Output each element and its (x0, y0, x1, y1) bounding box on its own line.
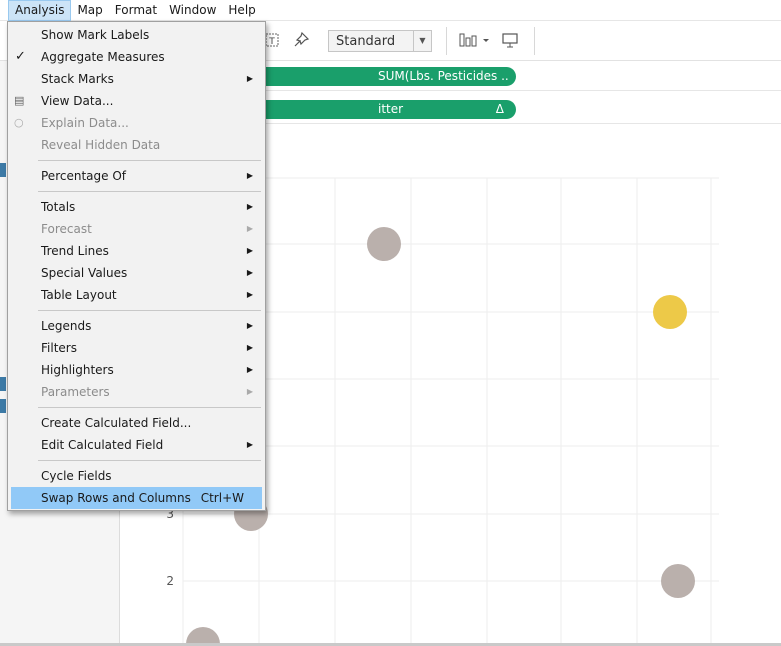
submenu-arrow-icon: ▶ (246, 246, 253, 255)
menu-item-label: Trend Lines (41, 244, 109, 258)
submenu-arrow-icon: ▶ (246, 365, 253, 374)
columns-pill-label: SUM(Lbs. Pesticides .. (378, 69, 509, 83)
menu-separator (38, 191, 261, 192)
menu-item-filters[interactable]: Filters ▶ (8, 337, 265, 359)
menu-item-label: Show Mark Labels (41, 28, 150, 42)
submenu-arrow-icon: ▶ (246, 74, 253, 83)
menu-item-label: Swap Rows and Columns (41, 491, 191, 505)
view-size-value: Standard (336, 33, 396, 49)
panel-field-marker[interactable] (0, 377, 6, 391)
menu-item-label: Table Layout (41, 288, 117, 302)
submenu-arrow-icon: ▶ (246, 387, 253, 396)
chevron-down-icon: ▼ (413, 31, 431, 51)
menu-item-label: View Data... (41, 94, 114, 108)
menu-item-trend-lines[interactable]: Trend Lines ▶ (8, 240, 265, 262)
view-data-icon: ▤ (14, 94, 25, 107)
menu-help[interactable]: Help (222, 0, 261, 21)
toolbar-divider (534, 27, 535, 55)
menu-item-label: Special Values (41, 266, 128, 280)
menu-item-legends[interactable]: Legends ▶ (8, 315, 265, 337)
delta-icon: Δ (495, 102, 504, 116)
analysis-menu: Show Mark Labels ✓ Aggregate Measures Stack… (7, 21, 266, 511)
lightbulb-icon: ○ (14, 116, 24, 129)
menu-item-label: Parameters (41, 385, 110, 399)
menu-bar: Analysis Map Format Window Help (0, 0, 781, 21)
svg-text:T: T (268, 37, 275, 47)
menu-item-percentage-of[interactable]: Percentage Of ▶ (8, 165, 265, 187)
menu-separator (38, 160, 261, 161)
menu-item-reveal-hidden-data: Reveal Hidden Data (8, 134, 265, 156)
submenu-arrow-icon: ▶ (246, 171, 253, 180)
menu-item-highlighters[interactable]: Highlighters ▶ (8, 359, 265, 381)
menu-item-stack-marks[interactable]: Stack Marks ▶ (8, 68, 265, 90)
menu-item-label: Reveal Hidden Data (41, 138, 161, 152)
menu-item-label: Aggregate Measures (41, 50, 165, 64)
menu-item-label: Forecast (41, 222, 92, 236)
menu-item-view-data[interactable]: ▤ View Data... (8, 90, 265, 112)
submenu-arrow-icon: ▶ (246, 321, 253, 330)
scatter-point[interactable] (186, 627, 220, 644)
rows-pill-label: itter (378, 102, 404, 116)
menu-item-cycle-fields[interactable]: Cycle Fields (8, 465, 265, 487)
menu-item-label: Stack Marks (41, 72, 114, 86)
menu-item-create-calculated-field[interactable]: Create Calculated Field... (8, 412, 265, 434)
panel-field-marker[interactable] (0, 399, 6, 413)
menu-item-label: Create Calculated Field... (41, 416, 192, 430)
menu-item-table-layout[interactable]: Table Layout ▶ (8, 284, 265, 306)
menu-map[interactable]: Map (71, 0, 108, 21)
submenu-arrow-icon: ▶ (246, 268, 253, 277)
columns-pill[interactable]: SUM(Lbs. Pesticides .. (250, 67, 516, 86)
scatter-point[interactable] (653, 295, 687, 329)
menu-separator (38, 407, 261, 408)
submenu-arrow-icon: ▶ (246, 202, 253, 211)
shortcut-label: Ctrl+W (200, 491, 244, 505)
menu-item-label: Cycle Fields (41, 469, 112, 483)
show-me-icon[interactable] (458, 31, 490, 51)
presentation-icon[interactable] (500, 31, 520, 51)
view-size-select[interactable]: Standard ▼ (328, 30, 432, 52)
panel-field-marker[interactable] (0, 163, 6, 177)
submenu-arrow-icon: ▶ (246, 290, 253, 299)
menu-item-swap-rows-and-columns[interactable]: Swap Rows and Columns Ctrl+W (11, 487, 262, 509)
menu-item-label: Percentage Of (41, 169, 126, 183)
submenu-arrow-icon: ▶ (246, 224, 253, 233)
pin-icon[interactable] (291, 31, 311, 51)
menu-item-label: Totals (41, 200, 76, 214)
menu-analysis[interactable]: Analysis (8, 0, 72, 21)
menu-item-totals[interactable]: Totals ▶ (8, 196, 265, 218)
checkmark-icon: ✓ (15, 49, 26, 64)
menu-item-label: Highlighters (41, 363, 114, 377)
menu-item-label: Edit Calculated Field (41, 438, 164, 452)
menu-item-show-mark-labels[interactable]: Show Mark Labels (8, 24, 265, 46)
menu-item-aggregate-measures[interactable]: ✓ Aggregate Measures (8, 46, 265, 68)
menu-item-edit-calculated-field[interactable]: Edit Calculated Field ▶ (8, 434, 265, 456)
y-tick-label: 2 (166, 574, 174, 588)
menu-item-label: Filters (41, 341, 77, 355)
rows-pill[interactable]: itter Δ (250, 100, 516, 119)
toolbar-divider (446, 27, 447, 55)
submenu-arrow-icon: ▶ (246, 343, 253, 352)
menu-item-explain-data: ○ Explain Data... (8, 112, 265, 134)
menu-item-label: Explain Data... (41, 116, 129, 130)
menu-item-forecast: Forecast ▶ (8, 218, 265, 240)
menu-item-parameters: Parameters ▶ (8, 381, 265, 403)
scatter-point[interactable] (367, 227, 401, 261)
submenu-arrow-icon: ▶ (246, 440, 253, 449)
menu-item-special-values[interactable]: Special Values ▶ (8, 262, 265, 284)
menu-format[interactable]: Format (109, 0, 163, 21)
menu-separator (38, 310, 261, 311)
menu-separator (38, 460, 261, 461)
scatter-point[interactable] (661, 564, 695, 598)
menu-window[interactable]: Window (163, 0, 222, 21)
menu-item-label: Legends (41, 319, 92, 333)
